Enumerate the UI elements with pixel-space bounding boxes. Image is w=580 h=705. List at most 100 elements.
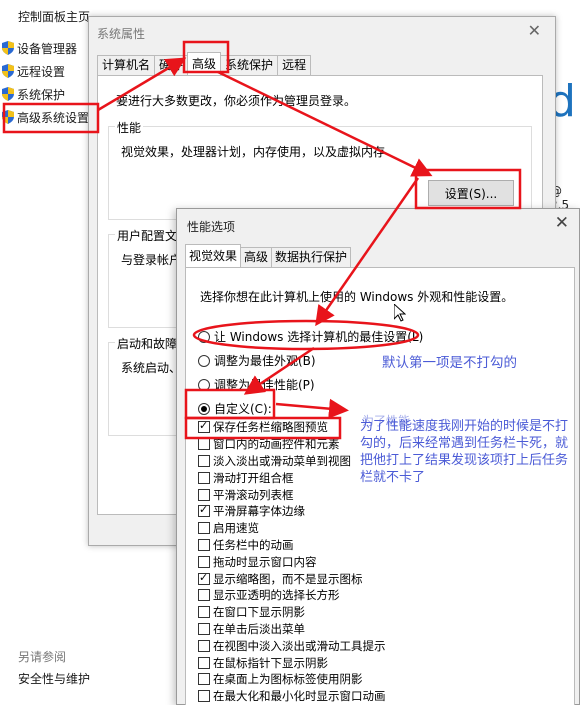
radio-best-appearance[interactable]: 调整为最佳外观(B) [198, 352, 316, 369]
checkbox-item[interactable]: 显示缩略图，而不是显示图标 [198, 570, 386, 587]
checkbox[interactable] [198, 639, 210, 652]
checkbox-item[interactable]: 平滑滚动列表框 [198, 486, 386, 503]
checkbox-label: 显示亚透明的选择长方形 [213, 588, 340, 603]
radio-button[interactable] [198, 354, 210, 367]
checkbox-label: 平滑滚动列表框 [213, 487, 294, 502]
checkbox-item[interactable]: 滑动打开组合框 [198, 469, 386, 486]
checkbox-item[interactable]: 在桌面上为图标标签使用阴影 [198, 671, 386, 688]
checkbox-item[interactable]: 任务栏中的动画 [198, 537, 386, 554]
checkbox[interactable] [198, 589, 210, 602]
sidebar-item-label: 远程设置 [17, 64, 66, 79]
tab-data-execution-prevention[interactable]: 数据执行保护 [271, 247, 352, 267]
checkbox[interactable] [198, 690, 210, 703]
sidebar-item-device-manager[interactable]: 设备管理器 [2, 38, 77, 58]
performance-description: 视觉效果，处理器计划，内存使用，以及虚拟内存 [121, 145, 386, 159]
sidebar-item-label: 高级系统设置 [17, 110, 90, 125]
checkbox[interactable] [198, 538, 210, 551]
user-profiles-label: 用户配置文 [115, 227, 180, 244]
checkbox-label: 在鼠标指针下显示阴影 [213, 655, 328, 670]
tab-hardware[interactable]: 硬件 [154, 55, 189, 75]
tab-visual-effects[interactable]: 视觉效果 [185, 244, 242, 267]
checkbox-label: 滑动打开组合框 [213, 470, 294, 485]
system-properties-tabs: 计算机名 硬件 高级 系统保护 远程 [97, 52, 312, 75]
radio-best-performance[interactable]: 调整为最佳性能(P) [198, 376, 315, 393]
sidebar-item-advanced-system-settings[interactable]: 高级系统设置 [2, 107, 89, 127]
checkbox-label: 在单击后淡出菜单 [213, 621, 305, 636]
checkbox[interactable] [198, 503, 210, 518]
radio-button[interactable] [198, 378, 210, 391]
annotation-default-note: 默认第一项是不打勾的 [382, 355, 517, 371]
sidebar-item-remote-settings[interactable]: 远程设置 [2, 61, 65, 81]
annotation-reason-note: 为了性能速度我刚开始的时候是不打勾的，后来经常遇到任务栏卡死，就把他打上了结果发… [360, 419, 569, 485]
checkbox[interactable] [198, 454, 210, 467]
control-panel-home-link[interactable]: 控制面板主页 [18, 8, 90, 25]
visual-effects-panel: 选择你想在此计算机上使用的 Windows 外观和性能设置。 让 Windows… [185, 267, 575, 705]
checkbox-item[interactable]: 在最大化和最小化时显示窗口动画 [198, 688, 386, 705]
tab-advanced[interactable]: 高级 [187, 52, 222, 75]
startup-recovery-label: 启动和故障 [115, 335, 180, 352]
checkbox[interactable] [198, 522, 210, 535]
checkbox-item[interactable]: 在视图中淡入淡出或滑动工具提示 [198, 637, 386, 654]
checkbox[interactable] [198, 488, 210, 501]
tab-advanced[interactable]: 高级 [240, 247, 273, 267]
checkbox-label: 显示缩略图，而不是显示图标 [213, 571, 363, 586]
checkbox-label: 淡入淡出或滑动菜单到视图 [213, 453, 351, 468]
checkbox-label: 启用速览 [213, 521, 259, 536]
sidebar-item-label: 系统保护 [17, 87, 66, 102]
radio-label: 让 Windows 选择计算机的最佳设置(L) [214, 330, 424, 344]
checkbox-label: 在窗口下显示阴影 [213, 605, 305, 620]
tab-remote[interactable]: 远程 [277, 55, 312, 75]
checkbox[interactable] [198, 622, 210, 635]
shield-icon [2, 41, 14, 55]
radio-button[interactable] [198, 330, 210, 343]
checkbox[interactable] [198, 419, 210, 434]
shield-icon [2, 87, 14, 101]
checkbox[interactable] [198, 606, 210, 619]
startup-recovery-description: 系统启动、 [121, 361, 182, 375]
radio-button-selected[interactable] [198, 402, 210, 415]
checkbox-item[interactable]: 拖动时显示窗口内容 [198, 553, 386, 570]
checkbox-item[interactable]: 显示亚透明的选择长方形 [198, 587, 386, 604]
checkbox[interactable] [198, 471, 210, 484]
checkbox-item[interactable]: 在鼠标指针下显示阴影 [198, 654, 386, 671]
admin-note: 要进行大多数更改，你必须作为管理员登录。 [116, 94, 357, 108]
window-title: 系统属性 [97, 27, 146, 41]
security-maintenance-link[interactable]: 安全性与维护 [18, 670, 90, 687]
performance-label: 性能 [115, 119, 144, 136]
checkbox-item[interactable]: 平滑屏幕字体边缘 [198, 503, 386, 520]
close-icon[interactable]: ✕ [555, 213, 569, 233]
radio-label: 自定义(C): [214, 402, 272, 416]
checkbox[interactable] [198, 673, 210, 686]
checkbox-label: 任务栏中的动画 [213, 537, 294, 552]
radio-let-windows-choose[interactable]: 让 Windows 选择计算机的最佳设置(L) [198, 328, 423, 345]
checkbox-item[interactable]: 启用速览 [198, 520, 386, 537]
checkbox-item[interactable]: 在单击后淡出菜单 [198, 621, 386, 638]
radio-label: 调整为最佳外观(B) [214, 354, 316, 368]
shield-icon [2, 64, 14, 78]
checkbox[interactable] [198, 555, 210, 568]
checkbox-label: 保存任务栏缩略图预览 [213, 420, 328, 435]
radio-custom[interactable]: 自定义(C): [198, 400, 272, 417]
performance-options-tabs: 视觉效果 高级 数据执行保护 [185, 244, 352, 267]
user-profiles-description: 与登录帐户 [121, 253, 182, 267]
shield-icon [2, 110, 14, 124]
checkbox-label: 在最大化和最小化时显示窗口动画 [213, 689, 386, 704]
sidebar-item-system-protection[interactable]: 系统保护 [2, 84, 65, 104]
checkbox-item[interactable]: 在窗口下显示阴影 [198, 604, 386, 621]
checkbox[interactable] [198, 571, 210, 585]
checkbox-item[interactable]: 保存任务栏缩略图预览 [198, 419, 386, 436]
performance-settings-button[interactable]: 设置(S)... [428, 180, 514, 206]
checkbox[interactable] [198, 438, 210, 451]
visual-effects-intro: 选择你想在此计算机上使用的 Windows 外观和性能设置。 [200, 290, 514, 304]
mouse-cursor-icon [393, 302, 407, 325]
tab-system-protection[interactable]: 系统保护 [220, 55, 279, 75]
checkbox-item[interactable]: 淡入淡出或滑动菜单到视图 [198, 453, 386, 470]
checkbox-label: 在视图中淡入淡出或滑动工具提示 [213, 638, 386, 653]
checkbox-label: 窗口内的动画控件和元素 [213, 437, 340, 452]
radio-label: 调整为最佳性能(P) [214, 378, 315, 392]
close-icon[interactable]: ✕ [528, 21, 541, 40]
tab-computer-name[interactable]: 计算机名 [97, 55, 156, 75]
checkbox[interactable] [198, 656, 210, 669]
checkbox-item[interactable]: 窗口内的动画控件和元素 [198, 436, 386, 453]
also-see-heading: 另请参阅 [18, 650, 67, 664]
